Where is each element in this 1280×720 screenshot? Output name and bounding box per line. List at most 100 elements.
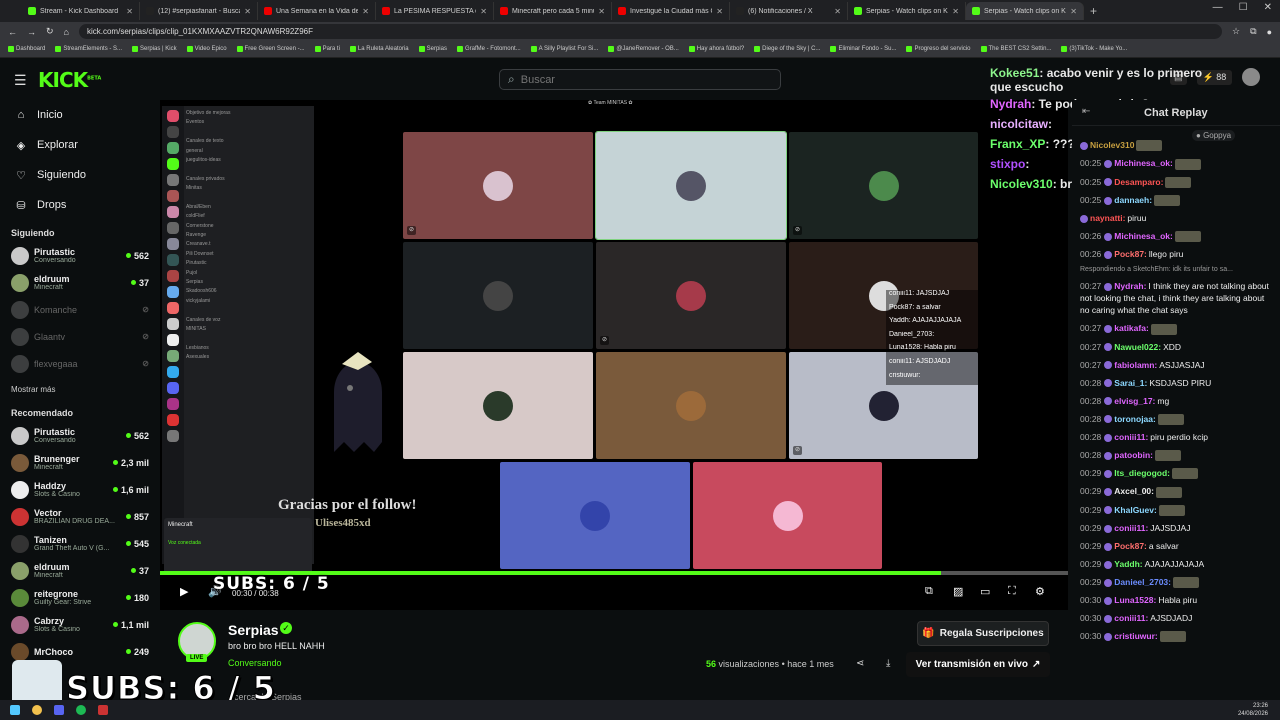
chat-username[interactable]: patoobin: <box>1114 450 1153 460</box>
windows-start-icon[interactable] <box>10 705 20 715</box>
star-icon[interactable]: ☆ <box>1232 26 1240 37</box>
discord-server-icon[interactable] <box>167 174 179 186</box>
chat-username[interactable]: Nydrah: <box>1114 281 1146 291</box>
browser-tab[interactable]: (6) Notificaciones / X ✕ <box>730 2 848 20</box>
discord-server-icon[interactable] <box>167 238 179 250</box>
discord-server-icon[interactable] <box>167 318 179 330</box>
chat-username[interactable]: Axcel_00: <box>1114 486 1154 496</box>
discord-channel[interactable]: general <box>186 148 312 157</box>
discord-channel[interactable]: Canales de voz <box>186 317 312 326</box>
channel-row[interactable]: Vector BRAZILIAN DRUG DEA... 857 <box>0 503 160 530</box>
discord-channel[interactable] <box>186 335 312 344</box>
chat-username[interactable]: Nicolev310 <box>1090 140 1134 150</box>
maximize-icon[interactable]: ☐ <box>1239 2 1248 13</box>
chat-username[interactable]: Pock87: <box>1114 249 1147 259</box>
chat-username[interactable]: cristiuwur: <box>1114 631 1157 641</box>
discord-channel[interactable]: Abral/Eben <box>186 204 312 213</box>
discord-server-icon[interactable] <box>167 222 179 234</box>
channel-row[interactable]: eldruum Minecraft 37 <box>0 269 160 296</box>
chat-username[interactable]: KhalGuev: <box>1114 505 1157 515</box>
discord-channel[interactable]: vickyjalami <box>186 298 312 307</box>
tab-close-icon[interactable]: ✕ <box>362 7 369 16</box>
sidebar-item-drops[interactable]: ⛁ Drops <box>0 190 160 220</box>
theater-icon[interactable]: ▨ <box>953 585 963 598</box>
discord-channel[interactable]: Serpias <box>186 279 312 288</box>
channel-row[interactable]: Haddzy Slots & Casino 1,6 mil <box>0 476 160 503</box>
discord-server-icon[interactable] <box>167 190 179 202</box>
play-icon[interactable]: ▶ <box>180 585 188 598</box>
discord-server-icon[interactable] <box>167 430 179 442</box>
chat-username[interactable]: coniii11: <box>1114 523 1148 533</box>
download-icon[interactable]: ⤓ <box>886 658 890 669</box>
chat-username[interactable]: Michinesa_ok: <box>1114 158 1173 168</box>
discord-channel[interactable]: Pujol <box>186 270 312 279</box>
discord-channel[interactable]: Canales de texto <box>186 138 312 147</box>
chat-username[interactable]: Nawuel022: <box>1114 342 1161 352</box>
discord-server-icon[interactable] <box>167 414 179 426</box>
discord-channel[interactable]: Lesbianos <box>186 345 312 354</box>
discord-channel[interactable]: Minitas <box>186 185 312 194</box>
share-icon[interactable]: ⋖ <box>856 658 864 669</box>
user-avatar[interactable] <box>1242 68 1261 86</box>
bookmark-item[interactable]: Free Green Screen -... <box>236 46 305 52</box>
tab-close-icon[interactable]: ✕ <box>716 7 723 16</box>
url-field[interactable]: kick.com/serpias/clips/clip_01KXMXAAZVTR… <box>78 24 1223 39</box>
channel-name[interactable]: Serpias <box>228 622 279 638</box>
menu-icon[interactable]: ☰ <box>14 72 27 89</box>
profile-icon[interactable]: ● <box>1267 27 1272 37</box>
bookmark-item[interactable]: GrafMe - Fotomont... <box>456 46 521 52</box>
discord-server-icon[interactable] <box>167 366 179 378</box>
tab-close-icon[interactable]: ✕ <box>1070 7 1077 16</box>
watch-live-button[interactable]: Ver transmisión en vivo ↗ <box>906 652 1050 677</box>
tab-close-icon[interactable]: ✕ <box>126 7 133 16</box>
channel-row[interactable]: Tanizen Grand Theft Auto V (G... 545 <box>0 530 160 557</box>
tab-close-icon[interactable]: ✕ <box>952 7 959 16</box>
close-icon[interactable]: ✕ <box>1264 2 1272 13</box>
chat-username[interactable]: elvisg_17: <box>1114 396 1155 406</box>
chat-username[interactable]: Danieel_2703: <box>1114 577 1171 587</box>
browser-tab[interactable]: Serpias - Watch clips on Kick ✕ <box>966 2 1084 20</box>
discord-server-icon[interactable] <box>167 158 179 170</box>
discord-server-icon[interactable] <box>167 254 179 266</box>
bookmark-item[interactable]: Progreso del servicio <box>906 46 971 52</box>
chat-username[interactable]: Pock87: <box>1114 541 1147 551</box>
bookmark-item[interactable]: Eliminar Fondo - Su... <box>830 46 896 52</box>
bookmark-item[interactable]: (3)TikTok - Make Yo... <box>1061 46 1127 52</box>
discord-channel[interactable] <box>186 307 312 316</box>
browser-tab[interactable]: La PÉSIMA RESPUESTA de JWU... ✕ <box>376 2 494 20</box>
discord-server-icon[interactable] <box>167 142 179 154</box>
chat-username[interactable]: dannaeh: <box>1114 195 1152 205</box>
back-icon[interactable]: ← <box>8 27 17 37</box>
chat-username[interactable]: Michinesa_ok: <box>1114 231 1173 241</box>
discord-server-icon[interactable] <box>167 334 179 346</box>
chat-username[interactable]: coniii11: <box>1114 432 1148 442</box>
sidebar-item-inicio[interactable]: ⌂ Inicio <box>0 100 160 130</box>
chat-username[interactable]: Sarai_1: <box>1114 378 1147 388</box>
obs-icon[interactable] <box>98 705 108 715</box>
tab-close-icon[interactable]: ✕ <box>598 7 605 16</box>
discord-channel[interactable]: juegulitos-ideas <box>186 157 312 166</box>
chat-username[interactable]: coniii11: <box>1114 613 1148 623</box>
channel-row[interactable]: Pirutastic Conversando 562 <box>0 422 160 449</box>
bookmark-item[interactable]: Video Epico <box>186 46 227 52</box>
bookmark-item[interactable]: @JaneRemover - OB... <box>608 46 679 52</box>
bookmark-item[interactable]: StreamElements - S... <box>55 46 122 52</box>
discord-server-icon[interactable] <box>167 126 179 138</box>
browser-tab[interactable]: Stream - Kick Dashboard ✕ <box>22 2 140 20</box>
discord-channel[interactable] <box>186 195 312 204</box>
discord-server-icon[interactable] <box>167 286 179 298</box>
browser-tab[interactable]: Investigué la Ciudad más Obes... ✕ <box>612 2 730 20</box>
discord-icon[interactable] <box>54 705 64 715</box>
discord-channel[interactable] <box>186 166 312 175</box>
search-bar[interactable]: ⌕ <box>499 69 781 90</box>
discord-server-icon[interactable] <box>167 398 179 410</box>
browser-tab[interactable]: Minecraft pero cada 5 minutos... ✕ <box>494 2 612 20</box>
sidebar-item-explorar[interactable]: ◈ Explorar <box>0 130 160 160</box>
discord-channel[interactable]: Pili Downset <box>186 251 312 260</box>
bookmark-item[interactable]: Hay ahora fútbol? <box>688 46 744 52</box>
tab-close-icon[interactable]: ✕ <box>480 7 487 16</box>
bookmark-item[interactable]: A Silly Playlist For Si... <box>530 46 598 52</box>
discord-channel[interactable]: MINITAS <box>186 326 312 335</box>
bookmark-item[interactable]: Serpias | Kick <box>132 46 177 52</box>
discord-server-icon[interactable] <box>167 350 179 362</box>
